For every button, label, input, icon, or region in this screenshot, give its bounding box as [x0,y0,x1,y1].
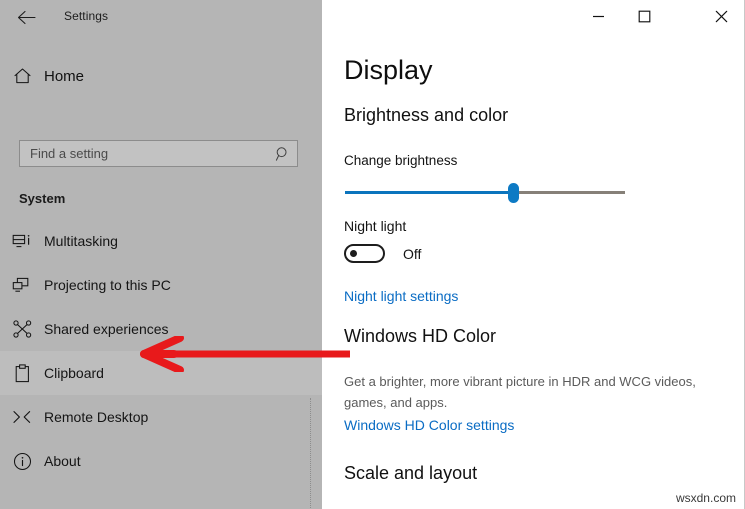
remote-desktop-icon [0,409,44,425]
projecting-icon [0,277,44,294]
sidebar-item-remote-desktop[interactable]: Remote Desktop [0,395,322,439]
sidebar-item-label: About [44,453,81,469]
night-light-toggle[interactable] [344,244,385,263]
sidebar-nav-list: Multitasking Projecting to this PC Share… [0,219,322,483]
scale-and-layout-heading: Scale and layout [344,463,478,483]
settings-content-panel: Display Brightness and color Change brig… [322,33,744,509]
sidebar-item-projecting-to-this-pc[interactable]: Projecting to this PC [0,263,322,307]
close-icon [715,10,728,23]
brightness-section-heading: Brightness and color [344,105,509,125]
search-input[interactable]: Find a setting [19,140,298,167]
night-light-label: Night light [344,218,407,234]
shared-experiences-icon [0,320,44,338]
back-arrow-icon [17,10,36,25]
sidebar-item-clipboard[interactable]: Clipboard [0,351,322,395]
hd-color-section-heading: Windows HD Color [344,326,497,346]
maximize-icon [638,10,651,23]
sidebar-item-home[interactable]: Home [0,58,322,94]
night-light-toggle-state: Off [403,245,422,262]
night-light-toggle-row: Off [344,244,421,263]
search-placeholder: Find a setting [30,146,109,161]
settings-window: Settings Home Find a setting System Mult… [0,0,745,509]
sidebar-item-label: Clipboard [44,365,104,381]
sidebar-scrollbar[interactable] [310,398,315,509]
app-title: Settings [64,9,109,23]
search-icon [269,146,297,162]
brightness-slider[interactable] [345,183,625,203]
about-icon [0,452,44,471]
home-icon [0,67,44,85]
sidebar-item-multitasking[interactable]: Multitasking [0,219,322,263]
watermark: wsxdn.com [675,491,736,505]
multitasking-icon [0,233,44,250]
sidebar-item-label: Multitasking [44,233,118,249]
toggle-knob [350,250,357,257]
hd-color-description: Get a brighter, more vibrant picture in … [344,374,696,410]
sidebar-section-label: System [19,191,66,206]
settings-sidebar: Home Find a setting System Multitasking … [0,33,322,509]
hd-color-settings-link[interactable]: Windows HD Color settings [344,417,514,433]
sidebar-item-shared-experiences[interactable]: Shared experiences [0,307,322,351]
title-bar-content-area [322,0,744,33]
slider-fill [345,191,513,194]
sidebar-item-label: Shared experiences [44,321,169,337]
maximize-button[interactable] [622,0,667,32]
change-brightness-label: Change brightness [344,153,458,168]
sidebar-home-label: Home [44,67,85,85]
close-button[interactable] [699,0,744,32]
sidebar-item-about[interactable]: About [0,439,322,483]
clipboard-icon [0,363,44,383]
page-title: Display [344,55,433,85]
sidebar-item-label: Remote Desktop [44,409,149,425]
sidebar-item-label: Projecting to this PC [44,277,171,293]
back-button[interactable] [10,2,42,32]
night-light-settings-link[interactable]: Night light settings [344,288,458,304]
minimize-button[interactable] [576,0,621,32]
title-bar: Settings [0,0,744,33]
slider-thumb[interactable] [508,183,519,203]
minimize-icon [592,11,605,22]
